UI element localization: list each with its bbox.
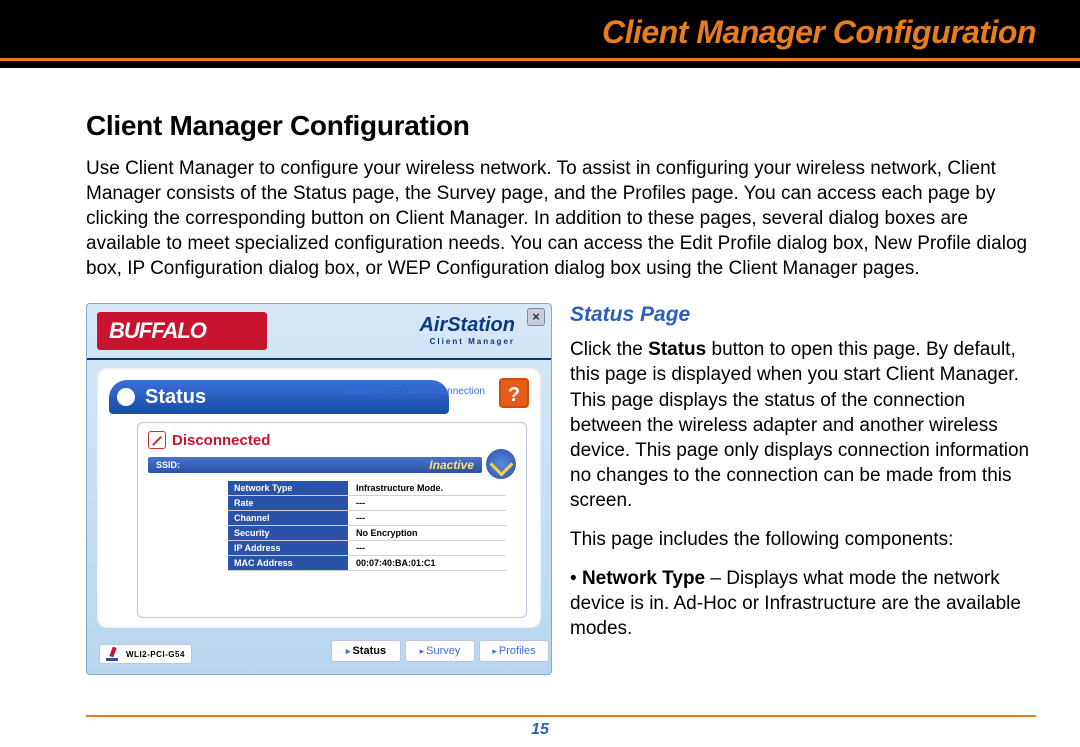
status-indicator-icon: [117, 388, 135, 406]
table-val: No Encryption: [348, 526, 506, 540]
airstation-text: AirStation: [419, 314, 515, 337]
disconnected-label: Disconnected: [172, 432, 270, 449]
tool-icon[interactable]: [486, 449, 516, 479]
model-badge: WLI2-PCI-G54: [99, 644, 192, 664]
page-frame: Client Manager Configuration Client Mana…: [0, 0, 1080, 747]
disconnected-icon: [148, 431, 166, 449]
header-divider: [0, 58, 1080, 61]
p1c: button to open this page. By default, th…: [570, 339, 1029, 510]
table-val: 00:07:40:BA:01:C1: [348, 556, 506, 570]
header-band: Client Manager Configuration: [0, 0, 1080, 68]
help-button[interactable]: ?: [499, 378, 529, 408]
status-subtitle: Status of the current connection: [344, 386, 485, 397]
close-button[interactable]: ×: [527, 308, 545, 326]
antenna-icon: [106, 647, 120, 661]
content-area: Client Manager Configuration Use Client …: [86, 110, 1036, 675]
paragraph-1: Click the Status button to open this pag…: [570, 337, 1036, 513]
table-key: Network Type: [228, 481, 348, 495]
footer-divider: [86, 715, 1036, 717]
client-manager-window: BUFFALO AirStation Client Manager × Stat…: [86, 303, 552, 675]
table-key: IP Address: [228, 541, 348, 555]
b1b: Network Type: [582, 568, 705, 589]
table-row: IP Address ---: [228, 541, 506, 556]
bullet-1: • Network Type – Displays what mode the …: [570, 566, 1036, 641]
brand-logo: BUFFALO: [97, 312, 267, 350]
p1b: Status: [648, 339, 706, 360]
ssid-row: SSID: Inactive: [148, 457, 482, 473]
two-column-layout: BUFFALO AirStation Client Manager × Stat…: [86, 303, 1036, 675]
right-column: Status Page Click the Status button to o…: [570, 303, 1036, 655]
table-row: Network Type Infrastructure Mode.: [228, 481, 506, 496]
table-row: Security No Encryption: [228, 526, 506, 541]
tab-status[interactable]: Status: [331, 640, 401, 662]
airstation-sub: Client Manager: [419, 337, 515, 346]
table-val: Infrastructure Mode.: [348, 481, 506, 495]
connection-state: Disconnected: [148, 431, 270, 449]
table-val: ---: [348, 541, 506, 555]
inactive-label: Inactive: [429, 458, 474, 472]
table-val: ---: [348, 511, 506, 525]
table-key: Rate: [228, 496, 348, 510]
page-number: 15: [0, 721, 1080, 739]
table-row: Rate ---: [228, 496, 506, 511]
status-header-label: Status: [145, 386, 206, 409]
table-key: Security: [228, 526, 348, 540]
tab-profiles[interactable]: Profiles: [479, 640, 549, 662]
b1a: •: [570, 568, 582, 589]
table-row: MAC Address 00:07:40:BA:01:C1: [228, 556, 506, 571]
model-text: WLI2-PCI-G54: [126, 650, 185, 659]
airstation-logo: AirStation Client Manager: [419, 314, 515, 346]
window-body: Status Status of the current connection …: [97, 368, 541, 628]
header-title: Client Manager Configuration: [602, 14, 1036, 51]
doc-heading: Client Manager Configuration: [86, 110, 1036, 142]
p1a: Click the: [570, 339, 648, 360]
ssid-label: SSID:: [156, 460, 180, 470]
window-titlebar: BUFFALO AirStation Client Manager ×: [87, 304, 551, 360]
table-key: MAC Address: [228, 556, 348, 570]
table-val: ---: [348, 496, 506, 510]
status-table: Network Type Infrastructure Mode. Rate -…: [228, 481, 506, 571]
bottom-tabs: Status Survey Profiles: [331, 640, 549, 662]
paragraph-2: This page includes the following compone…: [570, 527, 1036, 552]
intro-paragraph: Use Client Manager to configure your wir…: [86, 156, 1036, 281]
sub-heading: Status Page: [570, 303, 1036, 327]
tab-survey[interactable]: Survey: [405, 640, 475, 662]
table-key: Channel: [228, 511, 348, 525]
table-row: Channel ---: [228, 511, 506, 526]
status-panel: Disconnected SSID: Inactive Network Type…: [137, 422, 527, 618]
